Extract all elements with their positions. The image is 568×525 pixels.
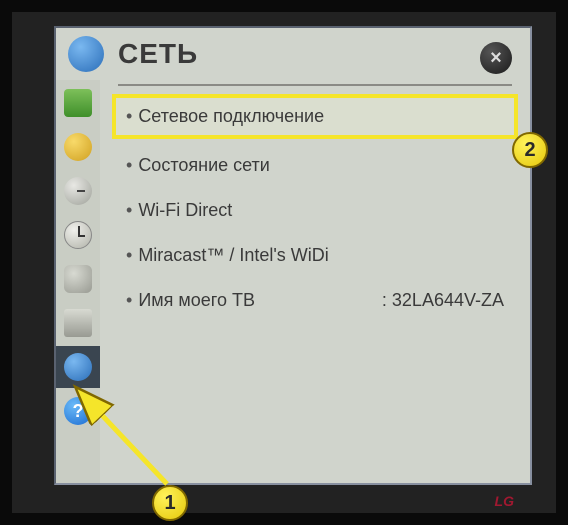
bullet-icon: •	[126, 200, 132, 221]
menu-list: • Сетевое подключение • Состояние сети •…	[112, 94, 518, 323]
bullet-icon: •	[126, 290, 132, 311]
sidebar-item-options[interactable]	[56, 302, 100, 344]
bullet-icon: •	[126, 245, 132, 266]
image-icon	[64, 89, 92, 117]
channel-icon	[64, 177, 92, 205]
time-icon	[64, 221, 92, 249]
title-bar: СЕТЬ ×	[56, 28, 530, 80]
divider	[118, 84, 512, 86]
globe-icon	[68, 36, 104, 72]
menu-item-label: Miracast™ / Intel's WiDi	[138, 245, 328, 266]
menu-item-network-status[interactable]: • Состояние сети	[112, 143, 518, 188]
options-icon	[64, 309, 92, 337]
menu-item-label: Имя моего ТВ	[138, 290, 255, 311]
network-icon	[64, 353, 92, 381]
callout-badge-2: 2	[512, 132, 548, 168]
audio-icon	[64, 133, 92, 161]
sidebar-item-lock[interactable]	[56, 258, 100, 300]
menu-item-label: Wi-Fi Direct	[138, 200, 232, 221]
callout-badge-1: 1	[152, 485, 188, 521]
menu-item-miracast[interactable]: • Miracast™ / Intel's WiDi	[112, 233, 518, 278]
menu-item-label: Сетевое подключение	[138, 106, 324, 127]
sidebar-item-audio[interactable]	[56, 126, 100, 168]
sidebar-item-image[interactable]	[56, 82, 100, 124]
close-button[interactable]: ×	[480, 42, 512, 74]
menu-item-label: Состояние сети	[138, 155, 270, 176]
sidebar-item-network[interactable]	[56, 346, 100, 388]
sidebar-item-channel[interactable]	[56, 170, 100, 212]
bullet-icon: •	[126, 106, 132, 127]
bullet-icon: •	[126, 155, 132, 176]
page-title: СЕТЬ	[118, 38, 198, 70]
lock-icon	[64, 265, 92, 293]
menu-item-network-connection[interactable]: • Сетевое подключение	[112, 94, 518, 139]
menu-item-wifi-direct[interactable]: • Wi-Fi Direct	[112, 188, 518, 233]
menu-item-tv-name[interactable]: • Имя моего ТВ : 32LA644V-ZA	[112, 278, 518, 323]
brand-logo: LG	[495, 493, 514, 509]
sidebar-item-time[interactable]	[56, 214, 100, 256]
menu-item-value: : 32LA644V-ZA	[366, 290, 504, 311]
arrow-annotation-1	[72, 384, 182, 494]
